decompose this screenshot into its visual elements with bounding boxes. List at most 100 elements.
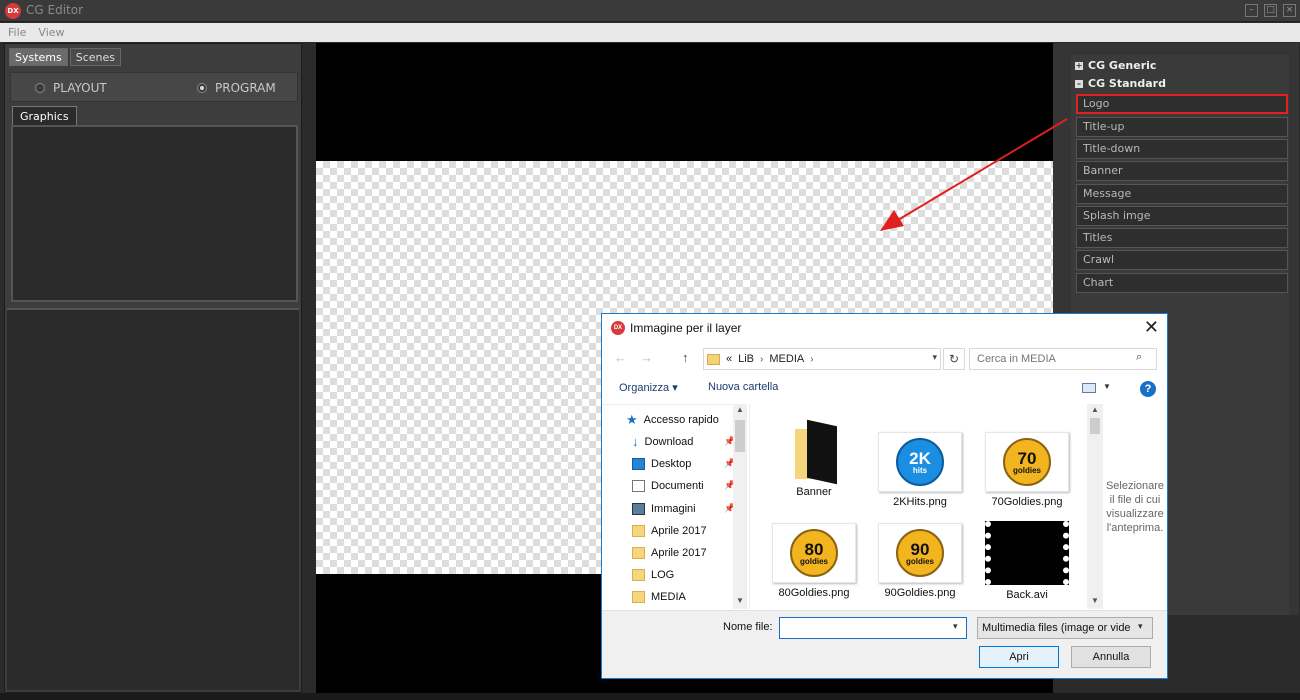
group-cg-generic-label: CG Generic [1088,59,1157,72]
nav-scrollbar[interactable]: ▲ ▼ [733,404,747,609]
scrollbar-thumb[interactable] [1090,418,1100,434]
cg-item-chart[interactable]: Chart [1076,273,1288,293]
nav-folder-label: LOG [651,569,675,581]
scroll-down-icon[interactable]: ▼ [1091,596,1099,605]
radio-playout-dot [35,83,45,93]
video-file-icon [985,521,1069,585]
file-name: 90Goldies.png [884,587,956,599]
nav-folder-aprile-2[interactable]: Aprile 2017 [632,543,707,563]
file-thumbnail [985,521,1069,585]
nav-folder-label: Aprile 2017 [651,525,707,537]
filetype-select[interactable]: Multimedia files (image or vide [977,617,1153,639]
radio-program[interactable]: PROGRAM [197,81,276,95]
new-folder-button[interactable]: Nuova cartella [708,381,778,393]
forward-arrow-icon[interactable]: → [640,350,653,365]
badge-subtext: goldies [799,556,828,566]
file-scrollbar[interactable]: ▲ ▼ [1087,404,1103,609]
badge-subtext: goldies [905,556,934,566]
collapse-icon[interactable]: – [1075,79,1083,88]
filename-label: Nome file: [723,621,773,633]
breadcrumb-lib[interactable]: LiB [738,353,754,365]
file-item-2khits[interactable]: 2K hits 2KHits.png [870,432,970,508]
app-title: CG Editor [26,3,84,17]
file-item-80goldies[interactable]: 80 goldies 80Goldies.png [764,523,864,599]
scroll-up-icon[interactable]: ▲ [736,405,744,414]
badge-80-icon: 80 goldies [790,529,838,577]
badge-text: 70 [1017,448,1037,468]
scroll-down-icon[interactable]: ▼ [736,596,744,605]
nav-documents-label: Documenti [651,480,704,492]
left-lower-pane [7,308,299,690]
dialog-close-icon[interactable]: ✕ [1144,317,1159,338]
menu-bar: File View [0,23,1300,42]
left-panel: Systems Scenes PLAYOUT PROGRAM Graphics [4,43,302,693]
expand-icon[interactable]: + [1075,61,1083,70]
scrollbar-thumb[interactable] [735,420,745,452]
dialog-footer: Nome file: ▾ Multimedia files (image or … [602,610,1167,678]
nav-folder-aprile-1[interactable]: Aprile 2017 [632,521,707,541]
tab-systems[interactable]: Systems [9,48,68,66]
navigation-bar: ← → ↑ « LiB › MEDIA › ▾ ↻ ⌕ [602,347,1167,371]
filename-input[interactable] [779,617,967,639]
cg-item-banner[interactable]: Banner [1076,161,1288,181]
document-icon [632,480,645,492]
tab-scenes[interactable]: Scenes [69,48,122,66]
file-item-70goldies[interactable]: 70 goldies 70Goldies.png [977,432,1077,508]
scroll-up-icon[interactable]: ▲ [1091,405,1099,414]
nav-download[interactable]: ↓ Download 📌 [632,432,735,452]
navigation-pane: ★ Accesso rapido ↓ Download 📌 Desktop 📌 … [602,404,747,609]
chevron-down-icon[interactable]: ▾ [932,352,937,363]
chevron-down-icon[interactable]: ▼ [1103,382,1111,391]
nav-folder-media[interactable]: MEDIA [632,587,686,607]
output-radio-group: PLAYOUT PROGRAM [10,72,298,102]
group-cg-standard[interactable]: – CG Standard [1075,75,1166,92]
badge-70-icon: 70 goldies [1003,438,1051,486]
folder-icon [632,591,645,603]
menu-file[interactable]: File [8,23,26,42]
search-input[interactable] [969,348,1157,370]
cg-item-crawl[interactable]: Crawl [1076,250,1288,270]
badge-90-icon: 90 goldies [896,529,944,577]
file-item-banner[interactable]: Banner [764,419,864,498]
cancel-button[interactable]: Annulla [1071,646,1151,668]
chevron-down-icon[interactable]: ▾ [953,621,958,632]
radio-program-dot [197,83,207,93]
dialog-toolbar: Organizza ▾ Nuova cartella ▼ ? [602,377,1167,399]
address-bar[interactable]: « LiB › MEDIA › ▾ [703,348,941,370]
nav-pictures[interactable]: Immagini 📌 [632,499,735,519]
cg-item-splash-image[interactable]: Splash imge [1076,206,1288,226]
nav-quick-access[interactable]: ★ Accesso rapido [626,410,719,430]
file-item-back-avi[interactable]: Back.avi [977,521,1077,601]
app-logo-icon: DX [5,3,21,19]
cg-item-title-up[interactable]: Title-up [1076,117,1288,137]
open-file-dialog: DX Immagine per il layer ✕ ← → ↑ « LiB ›… [601,313,1168,679]
breadcrumb-media[interactable]: MEDIA [769,353,804,365]
graphics-list[interactable] [11,125,298,302]
close-icon[interactable]: × [1283,4,1296,17]
help-icon[interactable]: ? [1140,381,1156,397]
cg-item-titles[interactable]: Titles [1076,228,1288,248]
up-arrow-icon[interactable]: ↑ [682,350,689,365]
folder-icon [632,569,645,581]
nav-documents[interactable]: Documenti 📌 [632,476,735,496]
group-cg-generic[interactable]: + CG Generic [1075,57,1156,74]
view-options-icon[interactable] [1082,383,1096,393]
refresh-icon[interactable]: ↻ [943,348,965,370]
file-item-90goldies[interactable]: 90 goldies 90Goldies.png [870,523,970,599]
open-button[interactable]: Apri [979,646,1059,668]
nav-folder-log[interactable]: LOG [632,565,674,585]
nav-desktop[interactable]: Desktop 📌 [632,454,735,474]
cg-item-message[interactable]: Message [1076,184,1288,204]
cg-item-logo[interactable]: Logo [1076,94,1288,114]
tab-graphics[interactable]: Graphics [12,106,77,126]
radio-playout[interactable]: PLAYOUT [35,81,107,95]
menu-view[interactable]: View [38,23,64,42]
organize-menu[interactable]: Organizza ▾ [619,381,678,394]
file-thumbnail: 80 goldies [772,523,856,583]
back-arrow-icon[interactable]: ← [614,350,627,365]
cg-item-title-down[interactable]: Title-down [1076,139,1288,159]
chevron-down-icon[interactable]: ▾ [1138,621,1143,632]
minimize-icon[interactable]: – [1245,4,1258,17]
maximize-icon[interactable]: □ [1264,4,1277,17]
status-strip [0,693,1300,700]
